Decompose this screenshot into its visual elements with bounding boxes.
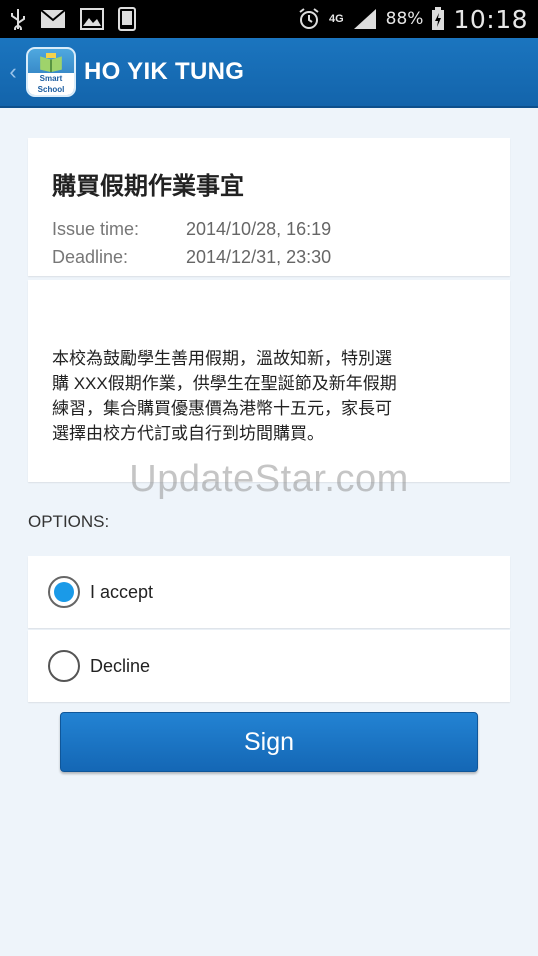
issue-time-row: Issue time: 2014/10/28, 16:19 (52, 215, 486, 243)
mail-icon (40, 9, 66, 29)
issue-time-label: Issue time: (52, 219, 140, 239)
app-title: HO YIK TUNG (84, 58, 245, 85)
app-logo[interactable]: Smart School (26, 47, 76, 97)
notice-body: 本校為鼓勵學生善用假期，溫故知新，特別選 購 XXX假期作業，供學生在聖誕節及新… (52, 346, 486, 446)
option-decline-label: Decline (90, 655, 151, 676)
radio-accept[interactable] (48, 576, 80, 608)
sign-button[interactable]: Sign (60, 712, 478, 772)
book-icon (40, 53, 62, 73)
clock: 10:18 (453, 4, 528, 34)
option-accept-label: I accept (90, 581, 154, 602)
deadline-label: Deadline: (52, 247, 129, 267)
usb-icon (10, 8, 26, 30)
signal-icon (352, 8, 378, 30)
back-button[interactable]: ‹ (0, 37, 26, 107)
options-label: OPTIONS: (28, 512, 110, 531)
radio-decline[interactable] (48, 650, 80, 682)
battery-icon (431, 7, 445, 31)
radio-selected-dot (54, 582, 74, 602)
watermark: UpdateStar.com (129, 458, 409, 500)
notice-title: 購買假期作業事宜 (52, 173, 244, 200)
status-bar: 4G 88% 10:18 (0, 0, 538, 38)
phone-icon (118, 7, 136, 31)
notice-header-card: 購買假期作業事宜 Issue time: 2014/10/28, 16:19 D… (28, 138, 510, 276)
app-bar: ‹ Smart School HO YIK TUNG (0, 38, 538, 108)
notice-body-line: 選擇由校方代訂或自行到坊間購買。 (52, 424, 324, 443)
notice-body-card: 本校為鼓勵學生善用假期，溫故知新，特別選 購 XXX假期作業，供學生在聖誕節及新… (28, 280, 510, 482)
deadline-value: 2014/12/31, 23:30 (186, 247, 332, 267)
deadline-row: Deadline: 2014/12/31, 23:30 (52, 243, 486, 271)
option-accept[interactable]: I accept (28, 556, 510, 628)
network-label: 4G (328, 12, 344, 25)
issue-time-value: 2014/10/28, 16:19 (186, 219, 332, 239)
notice-body-line: 練習，集合購買優惠價為港幣十五元，家長可 (52, 399, 392, 418)
option-decline[interactable]: Decline (28, 630, 510, 702)
alarm-icon (297, 7, 321, 31)
battery-percent: 88% (385, 9, 424, 29)
screen: 4G 88% 10:18 ‹ Smart School HO YIK TUNG (0, 0, 538, 956)
notice-body-line: 購 XXX假期作業，供學生在聖誕節及新年假期 (52, 374, 397, 393)
image-icon (80, 8, 104, 30)
logo-text: Smart School (28, 73, 74, 95)
network-4g-icon: 4G (328, 12, 344, 25)
chevron-left-icon: ‹ (9, 59, 17, 84)
notice-body-line: 本校為鼓勵學生善用假期，溫故知新，特別選 (52, 349, 392, 368)
